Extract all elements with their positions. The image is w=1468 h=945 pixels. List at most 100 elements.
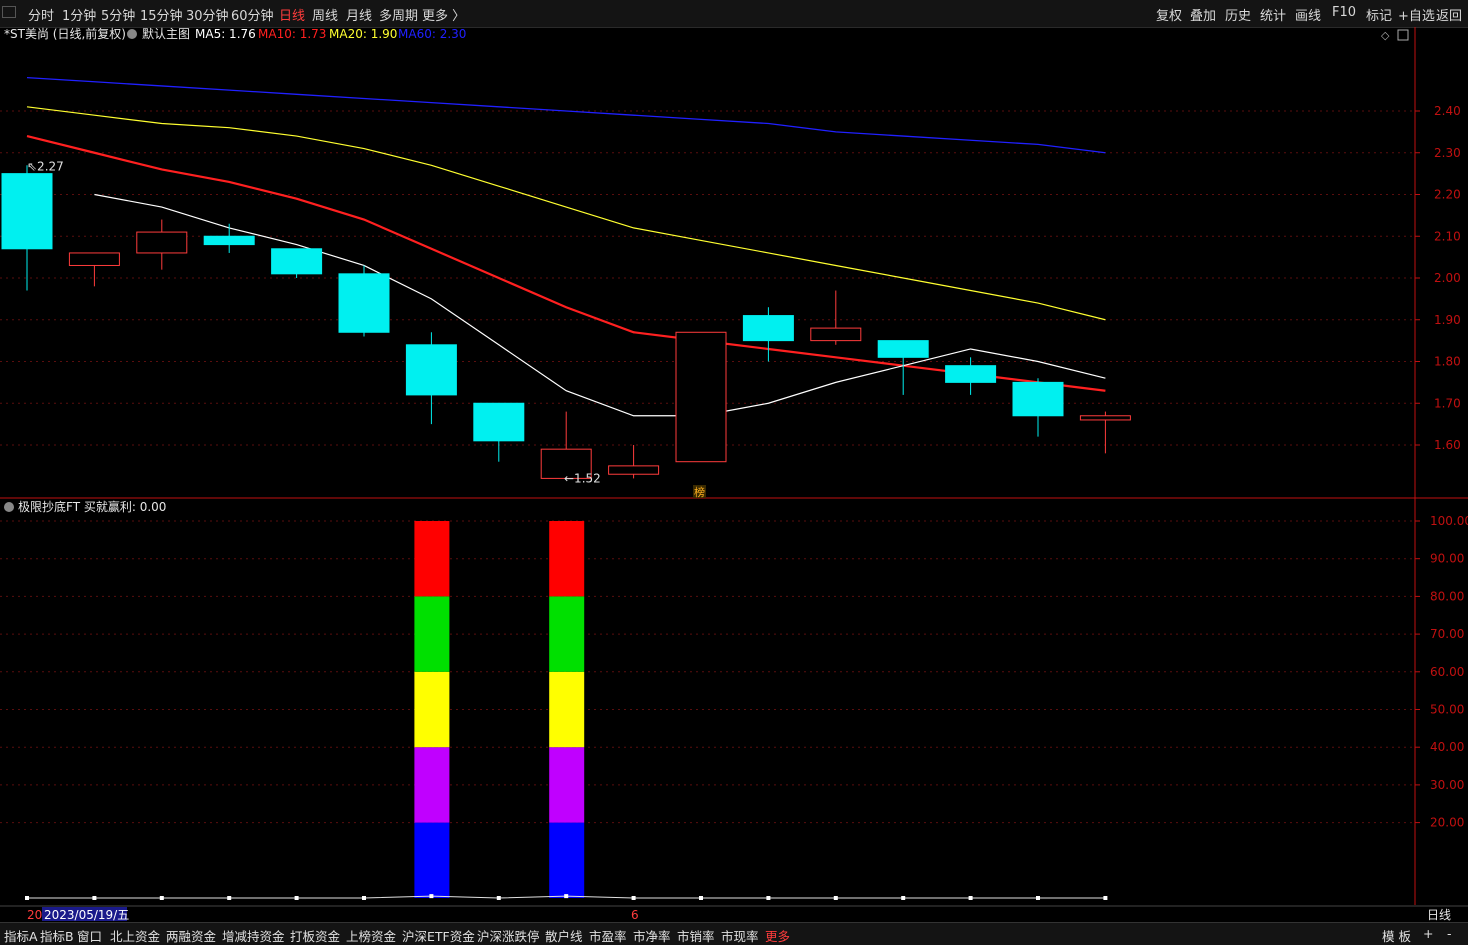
ma-label-0: MA5: 1.76 bbox=[195, 27, 256, 41]
bottom-tab-13[interactable]: 市销率 bbox=[677, 926, 715, 945]
period-tab-6[interactable]: 日线 bbox=[279, 5, 305, 24]
bottom-right-button-1[interactable]: + bbox=[1423, 926, 1433, 941]
bottom-tab-1[interactable]: 指标B bbox=[40, 926, 74, 945]
high-price-marker: ⇖2.27 bbox=[27, 159, 64, 173]
period-tab-3[interactable]: 15分钟 bbox=[140, 5, 183, 24]
period-tab-9[interactable]: 多周期 bbox=[379, 5, 418, 24]
bottom-tab-6[interactable]: 打板资金 bbox=[290, 926, 340, 945]
indicator-point-7 bbox=[496, 896, 501, 900]
toolbar-button-7[interactable]: +自选 bbox=[1398, 5, 1435, 24]
candle-body-11 bbox=[742, 315, 794, 342]
indicator-point-12 bbox=[833, 896, 838, 900]
bottom-tab-0[interactable]: 指标A bbox=[4, 926, 38, 945]
menu-icon[interactable] bbox=[2, 6, 16, 18]
period-tab-2[interactable]: 5分钟 bbox=[101, 5, 135, 24]
bottom-tab-bar: 指标A 指标B 窗口 北上资金 两融资金 增减持资金 打板资金 上榜资金 沪深ETF资金 沪深涨跌… bbox=[0, 922, 1468, 945]
indicator-point-5 bbox=[362, 896, 366, 900]
low-price-marker: ←1.52 bbox=[564, 471, 601, 485]
dropdown-circle-icon bbox=[127, 29, 137, 39]
indicator-point-8 bbox=[564, 894, 569, 899]
ind-tick-label-7: 30.00 bbox=[1430, 778, 1464, 792]
bottom-right-button-0[interactable]: 模 板 bbox=[1382, 926, 1411, 945]
period-toolbar: 分时 1分钟 5分钟 15分钟 30分钟 60分钟 日线 周线 月线 多周期 更多 〉 复权 叠加 历史统… bbox=[0, 0, 1468, 28]
bottom-tab-10[interactable]: 散户线 bbox=[545, 926, 583, 945]
ind-tick-label-2: 80.00 bbox=[1430, 589, 1464, 603]
candle-body-7 bbox=[473, 402, 525, 442]
toolbar-button-3[interactable]: 统计 bbox=[1260, 5, 1286, 24]
stock-label: *ST美尚 (日线,前复权) bbox=[4, 27, 126, 41]
toolbar-button-0[interactable]: 复权 bbox=[1156, 5, 1182, 24]
main-tick-label-0: 2.40 bbox=[1434, 104, 1461, 118]
indicator-point-10 bbox=[699, 896, 703, 900]
indicator-point-2 bbox=[159, 896, 164, 900]
bottom-tab-9[interactable]: 沪深涨跌停 bbox=[477, 926, 540, 945]
indicator-point-16 bbox=[1103, 896, 1108, 900]
bottom-tab-7[interactable]: 上榜资金 bbox=[346, 926, 396, 945]
toolbar-button-8[interactable]: 返回 bbox=[1436, 5, 1462, 24]
period-tab-7[interactable]: 周线 bbox=[312, 5, 338, 24]
ind-tick-label-0: 100.00 bbox=[1430, 514, 1468, 528]
period-tab-4[interactable]: 30分钟 bbox=[186, 5, 229, 24]
ind-tick-label-5: 50.00 bbox=[1430, 703, 1464, 717]
candle-body-16 bbox=[1079, 415, 1131, 421]
period-tab-0[interactable]: 分时 bbox=[28, 5, 54, 24]
ma-label-1: MA10: 1.73 bbox=[258, 27, 326, 41]
toolbar-button-6[interactable]: 标记 bbox=[1366, 5, 1392, 24]
indicator-point-9 bbox=[631, 896, 636, 900]
indicator-point-13 bbox=[901, 896, 906, 900]
candle-body-1 bbox=[68, 252, 120, 266]
ma60-line bbox=[26, 76, 1106, 154]
main-tick-label-3: 2.10 bbox=[1434, 229, 1461, 243]
bottom-right-button-2[interactable]: - bbox=[1447, 926, 1452, 941]
bottom-tab-11[interactable]: 市盈率 bbox=[589, 926, 627, 945]
bottom-tab-3[interactable]: 北上资金 bbox=[110, 926, 160, 945]
bottom-tab-5[interactable]: 增减持资金 bbox=[222, 926, 285, 945]
main-tick-label-7: 1.70 bbox=[1434, 396, 1461, 410]
candle-body-13 bbox=[877, 340, 929, 358]
date-cursor-label: 2023/05/19/五 bbox=[44, 908, 129, 922]
toolbar-button-4[interactable]: 画线 bbox=[1295, 5, 1321, 24]
indicator-point-0 bbox=[25, 896, 29, 900]
bottom-tab-8[interactable]: 沪深ETF资金 bbox=[402, 926, 475, 945]
main-tick-label-5: 1.90 bbox=[1434, 313, 1461, 327]
period-tab-1[interactable]: 1分钟 bbox=[62, 5, 96, 24]
indicator-point-14 bbox=[968, 896, 973, 900]
candle-body-10 bbox=[675, 331, 727, 463]
signal-bar-1-segment-1 bbox=[549, 747, 585, 823]
date-fragment-mid: 6 bbox=[631, 908, 639, 922]
signal-bar-1-segment-0 bbox=[549, 822, 585, 898]
ind-tick-label-8: 20.00 bbox=[1430, 816, 1464, 830]
period-tab-5[interactable]: 60分钟 bbox=[231, 5, 274, 24]
candle-body-5 bbox=[338, 273, 390, 333]
ma-label-2: MA20: 1.90 bbox=[329, 27, 397, 41]
bottom-tab-12[interactable]: 市净率 bbox=[633, 926, 671, 945]
candle-body-4 bbox=[271, 248, 323, 275]
bottom-tab-2[interactable]: 窗口 bbox=[77, 926, 102, 945]
signal-bar-1-segment-2 bbox=[549, 671, 585, 748]
period-tab-8[interactable]: 月线 bbox=[346, 5, 372, 24]
bottom-tab-14[interactable]: 市现率 bbox=[721, 926, 759, 945]
chart-template-label: 默认主图 bbox=[142, 27, 190, 41]
signal-bar-0-segment-0 bbox=[414, 822, 450, 898]
candle-body-6 bbox=[405, 344, 457, 396]
ind-tick-label-3: 70.00 bbox=[1430, 627, 1464, 641]
toolbar-button-5[interactable]: F10 bbox=[1332, 5, 1356, 20]
main-tick-label-6: 1.80 bbox=[1434, 355, 1461, 369]
bottom-tab-4[interactable]: 两融资金 bbox=[166, 926, 216, 945]
toolbar-button-1[interactable]: 叠加 bbox=[1190, 5, 1216, 24]
candle-body-2 bbox=[136, 231, 188, 254]
indicator-point-4 bbox=[294, 896, 299, 900]
ma10-line bbox=[26, 134, 1106, 392]
signal-bar-0-segment-3 bbox=[414, 596, 450, 672]
candle-body-3 bbox=[203, 235, 255, 246]
period-tab-10[interactable]: 更多 〉 bbox=[422, 5, 465, 24]
candle-body-15 bbox=[1012, 381, 1064, 417]
toolbar-button-2[interactable]: 历史 bbox=[1225, 5, 1251, 24]
candle-body-12 bbox=[810, 327, 862, 342]
diamond-icon: ◇ bbox=[1381, 29, 1390, 42]
signal-bar-0-segment-1 bbox=[414, 747, 450, 823]
indicator-label: 极限抄底FT 买就赢利: 0.00 bbox=[18, 499, 166, 514]
bottom-tab-15[interactable]: 更多 bbox=[765, 926, 790, 945]
indicator-point-6 bbox=[429, 894, 434, 899]
indicator-point-3 bbox=[227, 896, 232, 900]
